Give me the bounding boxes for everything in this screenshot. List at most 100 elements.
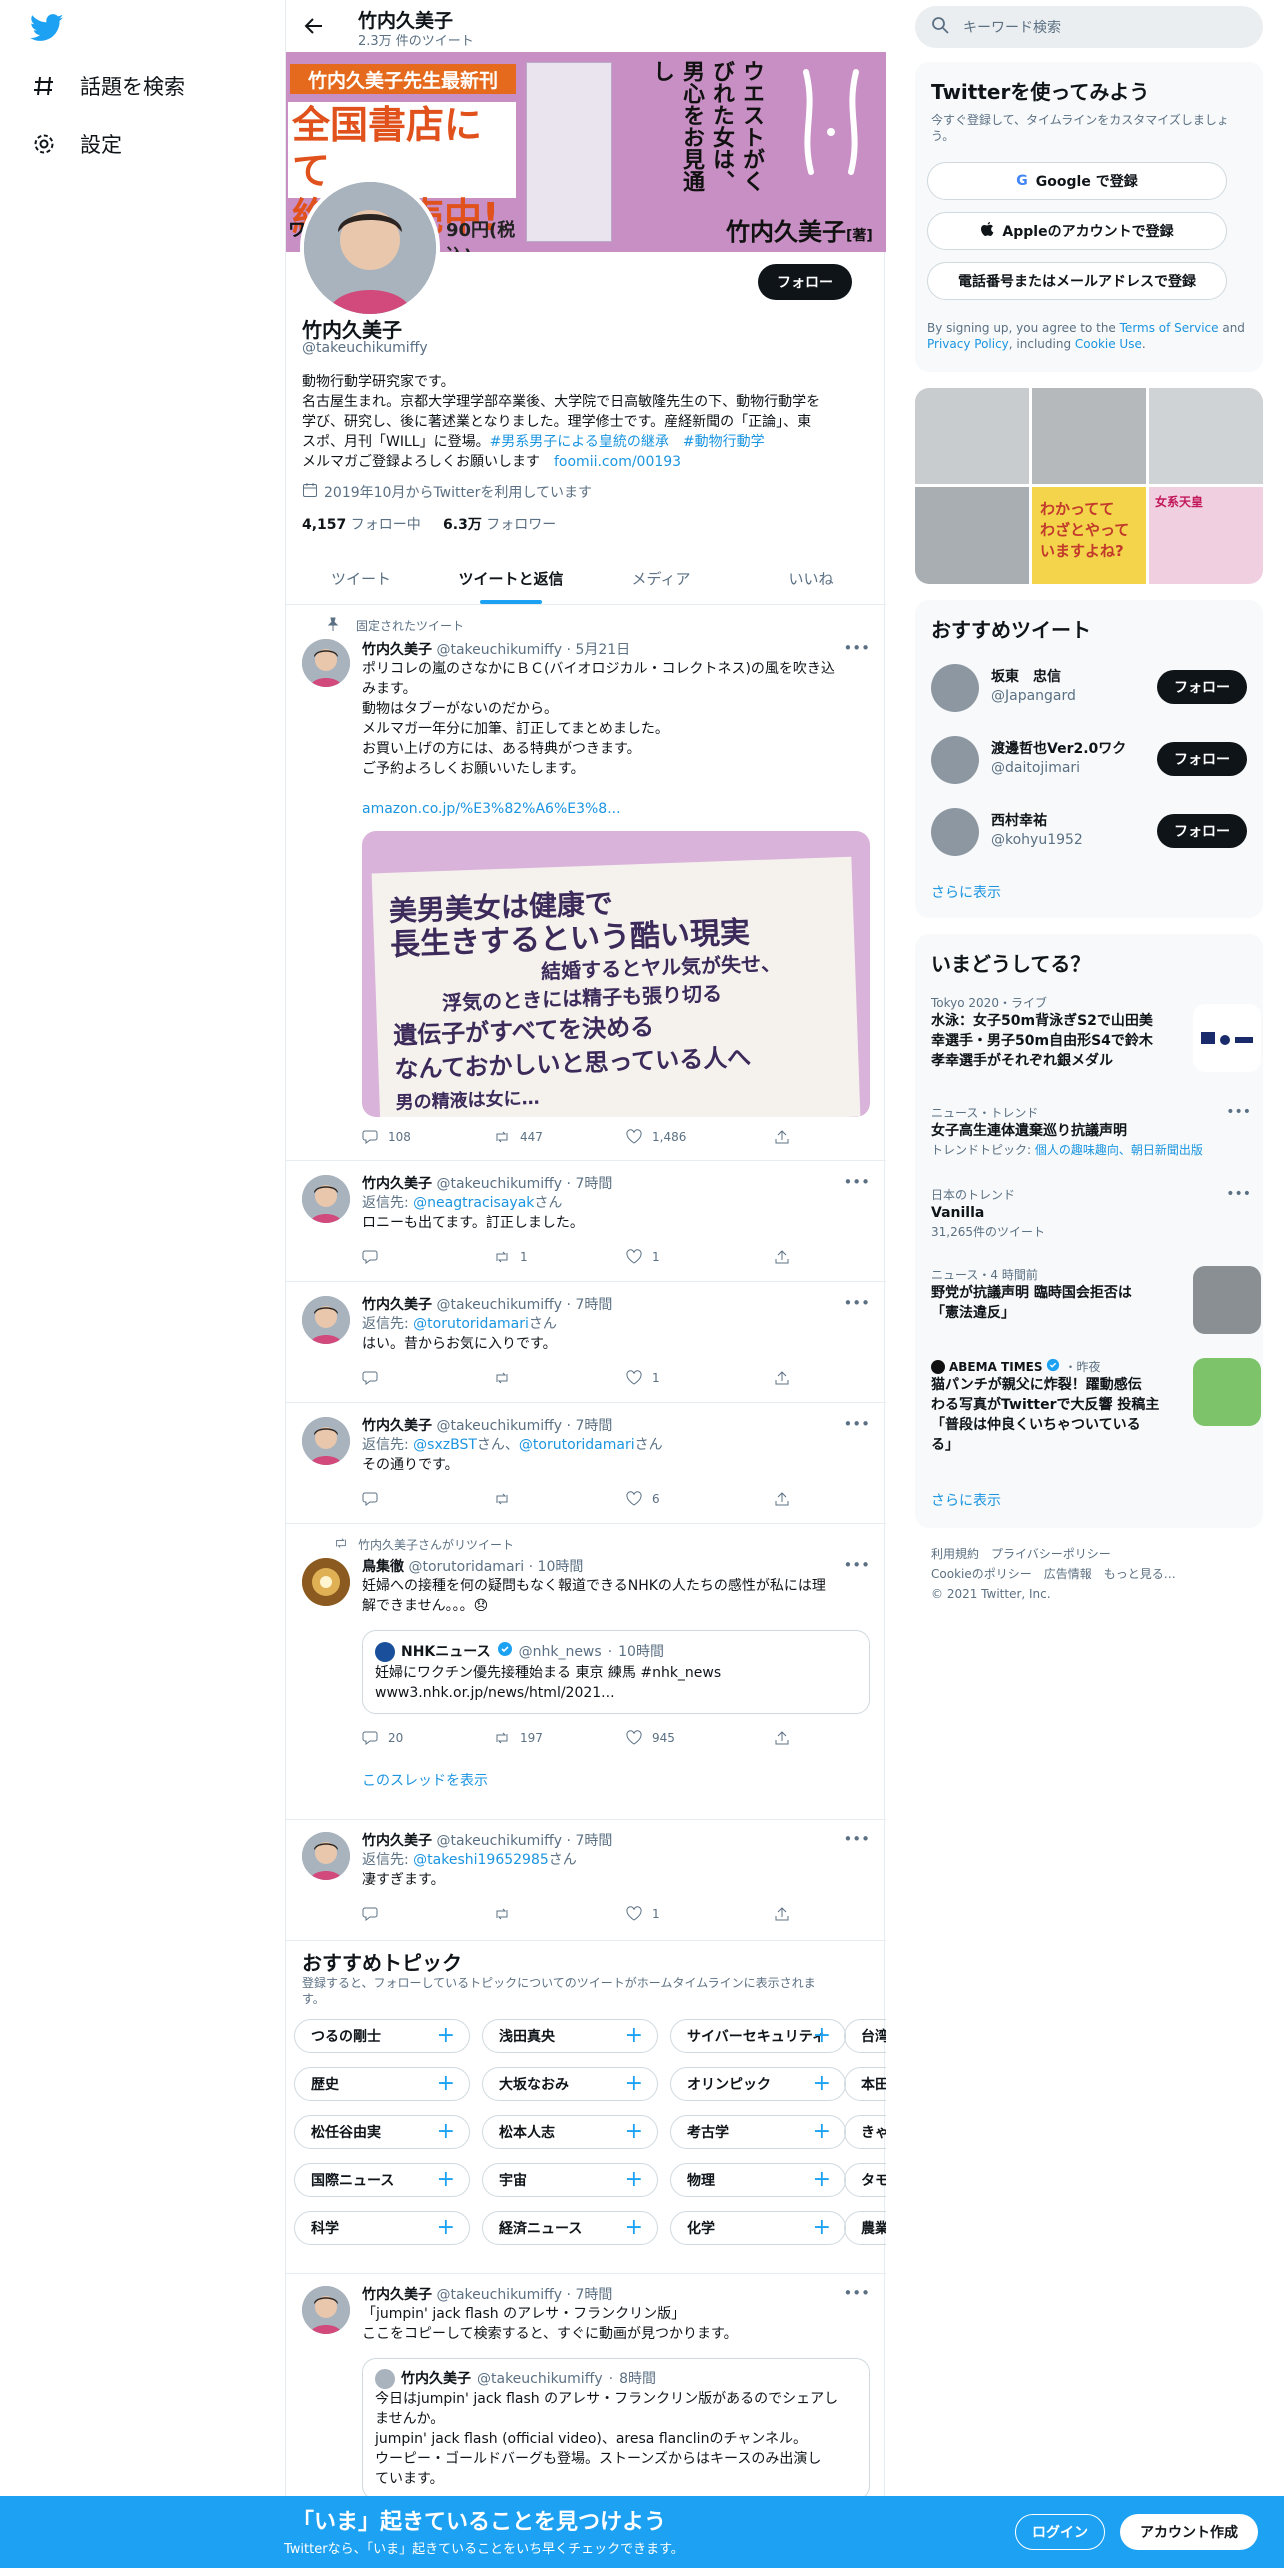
- topic-chip[interactable]: 経済ニュース +: [482, 2211, 658, 2245]
- retweet-button[interactable]: [494, 1491, 626, 1507]
- follow-button[interactable]: フォロー: [1157, 814, 1247, 848]
- twitter-logo-icon[interactable]: [29, 14, 64, 42]
- mention-link[interactable]: @sxzBST: [413, 1437, 477, 1453]
- tweet-time[interactable]: 5月21日: [575, 642, 630, 658]
- mention-link[interactable]: @takeshi19652985: [413, 1852, 549, 1868]
- like-button[interactable]: 1: [626, 1906, 774, 1922]
- plus-icon[interactable]: +: [813, 2071, 831, 2096]
- plus-icon[interactable]: +: [437, 2023, 455, 2048]
- bio-hashtag-link[interactable]: #動物行動学: [683, 434, 765, 450]
- reply-button[interactable]: [362, 1370, 494, 1386]
- like-button[interactable]: 945: [626, 1730, 774, 1746]
- tweet-image[interactable]: 美男美女は健康で 長生きするという酷い現実 結婚するとヤル気が失せ、 浮気のとき…: [362, 831, 870, 1117]
- plus-icon[interactable]: +: [437, 2215, 455, 2240]
- show-more-link[interactable]: さらに表示: [931, 1490, 1001, 1510]
- more-icon[interactable]: •••: [843, 1294, 870, 1312]
- bio-url-link[interactable]: foomii.com/00193: [554, 454, 681, 470]
- login-button[interactable]: ログイン: [1015, 2514, 1105, 2550]
- avatar[interactable]: [302, 1417, 350, 1465]
- like-button[interactable]: 1: [626, 1370, 774, 1386]
- tweet[interactable]: 竹内久美子 @takeuchikumiffy · 7時間 ••• 返信先: @t…: [286, 1820, 886, 1941]
- topic-chip[interactable]: 物理 +: [670, 2163, 846, 2197]
- media-thumb[interactable]: 女系天皇: [1149, 487, 1263, 584]
- media-thumb[interactable]: [1032, 388, 1146, 484]
- search-box[interactable]: キーワード検索: [915, 6, 1263, 48]
- share-button[interactable]: [774, 1249, 790, 1265]
- topic-chip[interactable]: 大坂なおみ +: [482, 2067, 658, 2101]
- tweet[interactable]: 固定されたツイート 竹内久美子 @takeuchikumiffy · 5月21日…: [286, 605, 886, 1161]
- share-button[interactable]: [774, 1370, 790, 1386]
- retweet-button[interactable]: [494, 1370, 626, 1386]
- topic-chip[interactable]: 台湾: [844, 2019, 886, 2053]
- share-button[interactable]: [774, 1730, 790, 1746]
- plus-icon[interactable]: +: [625, 2119, 643, 2144]
- reply-button[interactable]: 108: [362, 1129, 494, 1145]
- retweet-button[interactable]: 197: [494, 1730, 626, 1746]
- quoted-tweet[interactable]: NHKニュース @nhk_news · 10時間 妊婦にワクチン優先接種始まる …: [362, 1630, 870, 1714]
- avatar[interactable]: [302, 1175, 350, 1223]
- more-icon[interactable]: •••: [843, 1415, 870, 1433]
- mention-link[interactable]: @torutoridamari: [413, 1316, 529, 1332]
- avatar[interactable]: [302, 2286, 350, 2334]
- bio-hashtag-link[interactable]: #男系男子による皇統の継承: [490, 434, 669, 450]
- profile-avatar[interactable]: [300, 178, 440, 318]
- topic-chip[interactable]: 国際ニュース +: [294, 2163, 470, 2197]
- show-thread-link[interactable]: このスレッドを表示: [362, 1770, 870, 1790]
- plus-icon[interactable]: +: [625, 2071, 643, 2096]
- trend-item[interactable]: 日本のトレンド Vanilla 31,265件のツイート •••: [931, 1186, 1251, 1240]
- trend-item[interactable]: Tokyo 2020・ライブ 水泳：女子50m背泳ぎS2で山田美 幸選手・男子50…: [931, 994, 1261, 1072]
- topic-chip[interactable]: 考古学 +: [670, 2115, 846, 2149]
- topic-chip[interactable]: オリンピック +: [670, 2067, 846, 2101]
- plus-icon[interactable]: +: [813, 2119, 831, 2144]
- topic-chip[interactable]: 農業: [844, 2211, 886, 2245]
- retweet-button[interactable]: 1: [494, 1249, 626, 1265]
- quoted-tweet[interactable]: 竹内久美子 @takeuchikumiffy · 8時間 今日はjumpin' j…: [362, 2358, 870, 2500]
- plus-icon[interactable]: +: [437, 2119, 455, 2144]
- reply-button[interactable]: [362, 1906, 494, 1922]
- tab-tweets-and-replies[interactable]: ツイートと返信: [436, 552, 586, 604]
- more-icon[interactable]: •••: [1226, 1104, 1251, 1120]
- more-icon[interactable]: •••: [843, 1556, 870, 1574]
- topic-chip[interactable]: 宇宙 +: [482, 2163, 658, 2197]
- trend-item[interactable]: ニュース・トレンド 女子高生連体遺棄巡り抗議声明 トレンドトピック: 個人の趣味…: [931, 1104, 1251, 1158]
- topic-chip[interactable]: 化学 +: [670, 2211, 846, 2245]
- plus-icon[interactable]: +: [625, 2167, 643, 2192]
- more-icon[interactable]: •••: [843, 2284, 870, 2302]
- topic-chip[interactable]: 歴史 +: [294, 2067, 470, 2101]
- retweet-button[interactable]: [494, 1906, 626, 1922]
- plus-icon[interactable]: +: [813, 2215, 831, 2240]
- more-icon[interactable]: •••: [843, 639, 870, 657]
- tab-likes[interactable]: いいね: [736, 552, 886, 604]
- media-thumb[interactable]: [915, 388, 1029, 484]
- like-button[interactable]: 1,486: [626, 1129, 774, 1145]
- plus-icon[interactable]: +: [813, 2023, 831, 2048]
- topic-chip[interactable]: つるの剛士 +: [294, 2019, 470, 2053]
- plus-icon[interactable]: +: [625, 2023, 643, 2048]
- mention-link[interactable]: @neagtracisayak: [413, 1195, 534, 1211]
- topic-chip[interactable]: 松本人志 +: [482, 2115, 658, 2149]
- plus-icon[interactable]: +: [625, 2215, 643, 2240]
- footer-links[interactable]: 利用規約 プライバシーポリシー Cookieのポリシー 広告情報 もっと見る… …: [931, 1544, 1176, 1604]
- retweet-button[interactable]: 447: [494, 1129, 626, 1145]
- avatar[interactable]: [302, 1558, 350, 1606]
- back-arrow-icon[interactable]: [300, 12, 328, 40]
- reply-button[interactable]: [362, 1249, 494, 1265]
- media-thumb[interactable]: わかってて わざとやって いますよね?: [1032, 487, 1146, 584]
- following-link[interactable]: 4,157 フォロー中: [302, 517, 421, 533]
- media-thumb[interactable]: [1149, 388, 1263, 484]
- plus-icon[interactable]: +: [437, 2071, 455, 2096]
- suggested-user[interactable]: 渡邊哲也Ver2.0ワク @daitojimari フォロー: [931, 732, 1251, 788]
- topic-chip[interactable]: サイバーセキュリティ +: [670, 2019, 846, 2053]
- media-thumb[interactable]: [915, 487, 1029, 584]
- share-button[interactable]: [774, 1906, 790, 1922]
- share-button[interactable]: [774, 1491, 790, 1507]
- follow-button[interactable]: フォロー: [1157, 670, 1247, 704]
- topic-chip[interactable]: 本田: [844, 2067, 886, 2101]
- tab-media[interactable]: メディア: [586, 552, 736, 604]
- follow-button[interactable]: フォロー: [758, 264, 852, 300]
- tweet[interactable]: 竹内久美子 @takeuchikumiffy · 7時間 ••• 返信先: @s…: [286, 1403, 886, 1524]
- show-more-link[interactable]: さらに表示: [931, 882, 1001, 902]
- suggested-user[interactable]: 坂東 忠信 @Japangard フォロー: [931, 660, 1251, 716]
- tweet[interactable]: 竹内久美子 @takeuchikumiffy · 7時間 ••• 返信先: @n…: [286, 1161, 886, 1282]
- plus-icon[interactable]: +: [437, 2167, 455, 2192]
